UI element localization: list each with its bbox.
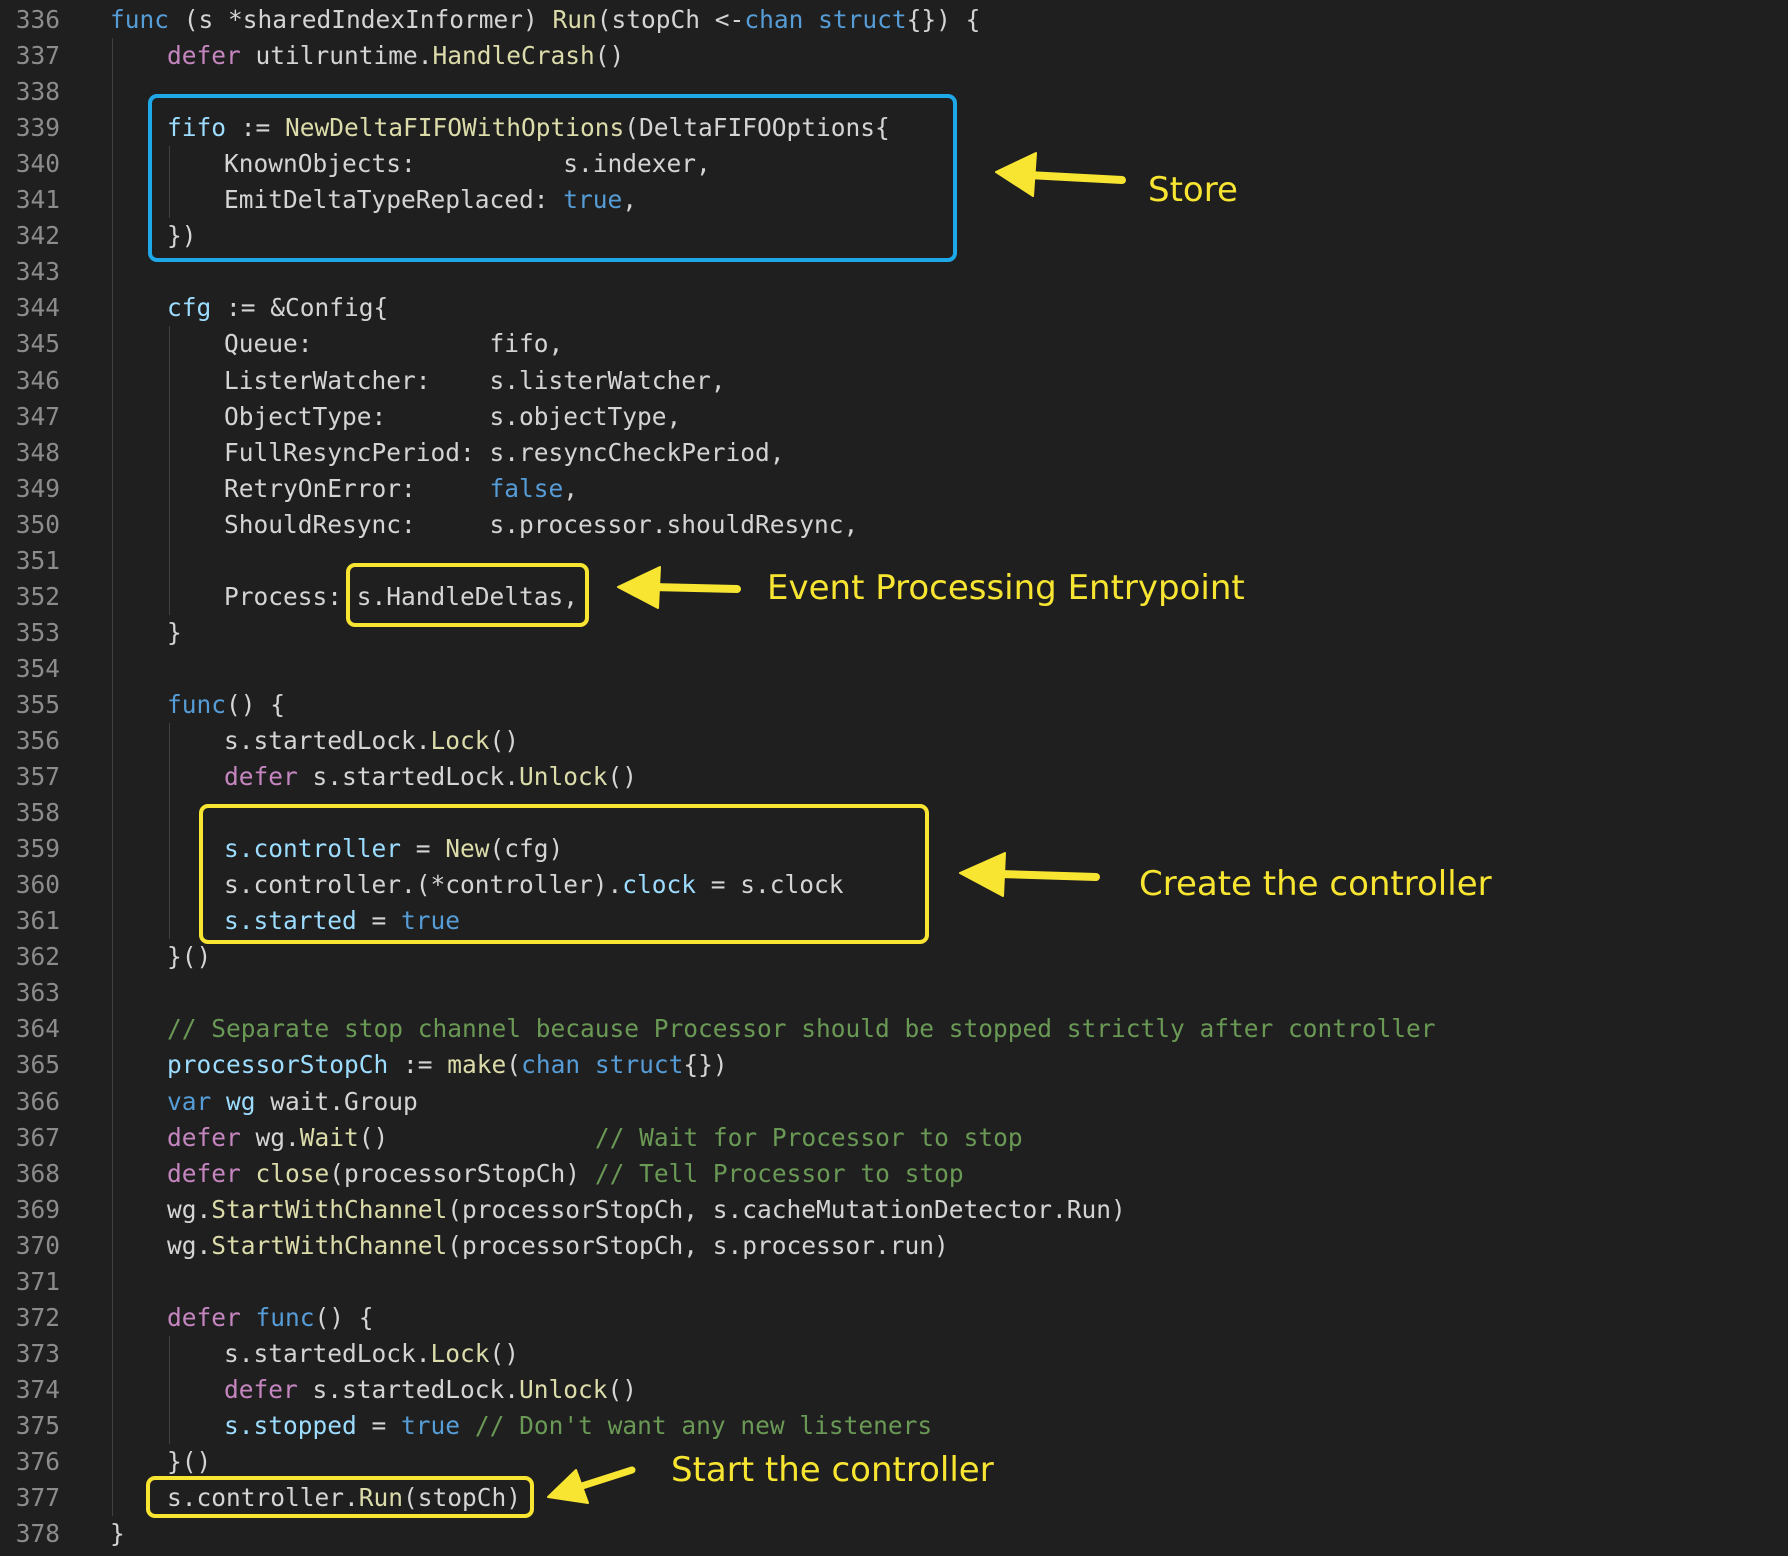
code-editor[interactable]: 336 func (s *sharedIndexInformer) Run(sto… (0, 0, 1788, 1556)
start-controller-label: Start the controller (671, 1450, 994, 1490)
store-arrow-icon (995, 152, 1126, 197)
entrypoint-arrow-icon (617, 566, 741, 609)
start-controller-arrow-icon (547, 1466, 636, 1504)
entrypoint-label: Event Processing Entrypoint (767, 568, 1245, 608)
create-controller-label: Create the controller (1139, 864, 1492, 904)
annotation-arrows (547, 152, 1126, 1504)
create-controller-arrow-icon (959, 852, 1100, 897)
store-label: Store (1148, 170, 1238, 210)
